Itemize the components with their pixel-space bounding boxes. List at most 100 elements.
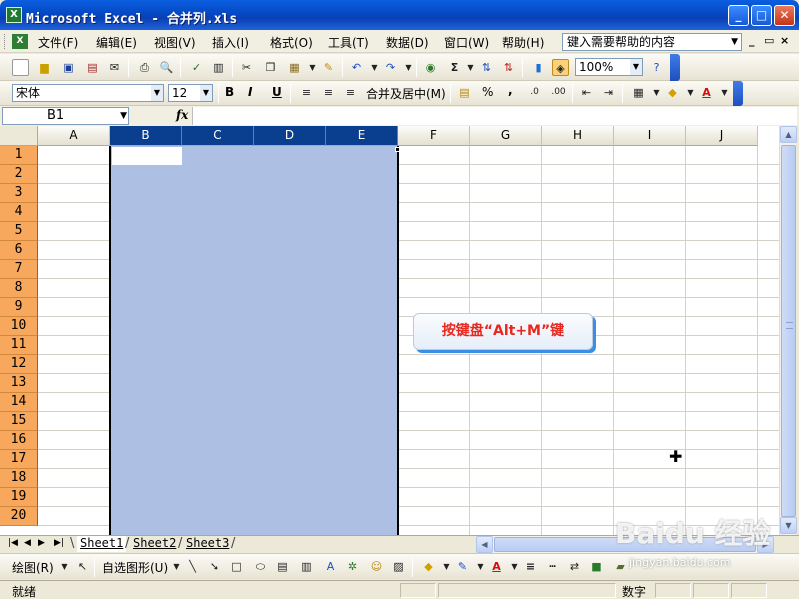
chevron-down-icon[interactable]: ▼ [716, 84, 733, 101]
wordart-icon[interactable]: A [322, 558, 339, 575]
increase-decimal-icon[interactable]: .0 [526, 84, 543, 101]
vertical-scrollbar[interactable]: ▲ ▼ [779, 126, 797, 535]
help-icon[interactable]: ? [648, 59, 665, 76]
line-icon[interactable]: ╲ [184, 558, 201, 575]
fill-color-icon[interactable]: ◆ [664, 84, 681, 101]
increase-indent-icon[interactable]: ⇥ [600, 84, 617, 101]
scroll-left-icon[interactable]: ◀ [476, 536, 493, 553]
prev-sheet-icon[interactable]: ◀ [24, 538, 31, 548]
borders-icon[interactable]: ▦ [630, 84, 647, 101]
doc-restore-button[interactable]: ▭ [764, 34, 774, 47]
paste-icon[interactable]: ▦ [286, 59, 303, 76]
comma-button[interactable]: , [508, 83, 513, 97]
first-sheet-icon[interactable]: |◀ [8, 538, 18, 548]
sort-descending-icon[interactable]: ⇅ [500, 59, 517, 76]
row-header-20[interactable]: 20 [0, 507, 38, 526]
align-left-icon[interactable]: ≡ [298, 84, 315, 101]
row-header-14[interactable]: 14 [0, 393, 38, 412]
chevron-down-icon[interactable]: ▼ [438, 558, 455, 575]
vertical-textbox-icon[interactable]: ▥ [298, 558, 315, 575]
align-right-icon[interactable]: ≡ [342, 84, 359, 101]
permission-icon[interactable]: ▤ [84, 59, 101, 76]
underline-button[interactable]: U [272, 85, 282, 99]
undo-icon[interactable]: ↶ [348, 59, 365, 76]
align-center-icon[interactable]: ≡ [320, 84, 337, 101]
insert-picture-icon[interactable]: ▨ [390, 558, 407, 575]
row-header-5[interactable]: 5 [0, 222, 38, 241]
cut-icon[interactable]: ✂ [238, 59, 255, 76]
column-header-b[interactable]: B [110, 126, 182, 146]
column-header-i[interactable]: I [614, 126, 686, 146]
menu-help[interactable]: 帮助(H) [502, 34, 544, 51]
new-file-icon[interactable] [12, 59, 29, 76]
maximize-button[interactable]: □ [751, 5, 772, 26]
chevron-down-icon[interactable]: ▼ [400, 59, 417, 76]
row-header-15[interactable]: 15 [0, 412, 38, 431]
diagram-icon[interactable]: ✲ [344, 558, 361, 575]
row-header-16[interactable]: 16 [0, 431, 38, 450]
column-header-c[interactable]: C [182, 126, 254, 146]
chevron-down-icon[interactable]: ▼ [366, 59, 383, 76]
menu-file[interactable]: 文件(F) [38, 34, 78, 51]
row-header-13[interactable]: 13 [0, 374, 38, 393]
save-icon[interactable]: ▣ [60, 59, 77, 76]
last-sheet-icon[interactable]: ▶| [54, 538, 64, 548]
textbox-icon[interactable]: ▤ [274, 558, 291, 575]
chevron-down-icon[interactable]: ▼ [56, 558, 73, 575]
arrow-style-icon[interactable]: ⇄ [566, 558, 583, 575]
chevron-down-icon[interactable]: ▼ [472, 558, 489, 575]
research-icon[interactable]: ▥ [210, 59, 227, 76]
sheet-tab-sheet2[interactable]: Sheet2 [130, 536, 179, 552]
row-header-19[interactable]: 19 [0, 488, 38, 507]
select-all-corner[interactable] [0, 126, 38, 146]
drawing-icon[interactable]: ◈ [552, 59, 569, 76]
row-header-7[interactable]: 7 [0, 260, 38, 279]
rectangle-icon[interactable]: □ [228, 558, 245, 575]
column-header-e[interactable]: E [326, 126, 398, 146]
redo-icon[interactable]: ↷ [382, 59, 399, 76]
doc-minimize-button[interactable]: _ [749, 34, 755, 47]
chevron-down-icon[interactable]: ▼ [151, 85, 163, 101]
print-preview-icon[interactable]: 🔍 [158, 59, 175, 76]
doc-close-button[interactable]: × [780, 34, 789, 47]
row-header-1[interactable]: 1 [0, 146, 38, 165]
sheet-tab-sheet1[interactable]: Sheet1 [77, 536, 127, 552]
font-color-icon[interactable]: A [698, 84, 715, 101]
toolbar-options-icon[interactable] [733, 81, 743, 106]
menu-tools[interactable]: 工具(T) [328, 34, 369, 51]
font-size-select[interactable]: 12 ▼ [168, 84, 213, 102]
clipart-icon[interactable]: ☺ [368, 558, 385, 575]
chevron-down-icon[interactable]: ▼ [168, 558, 185, 575]
row-header-9[interactable]: 9 [0, 298, 38, 317]
row-header-10[interactable]: 10 [0, 317, 38, 336]
minimize-button[interactable]: _ [728, 5, 749, 26]
formula-input[interactable] [192, 107, 797, 125]
row-header-4[interactable]: 4 [0, 203, 38, 222]
autoshapes-button[interactable]: 自选图形(U) [102, 559, 168, 576]
chevron-down-icon[interactable]: ▼ [731, 34, 738, 50]
fill-color-icon[interactable]: ◆ [420, 558, 437, 575]
bold-button[interactable]: B [225, 85, 234, 99]
copy-icon[interactable]: ❐ [262, 59, 279, 76]
row-header-2[interactable]: 2 [0, 165, 38, 184]
email-icon[interactable]: ✉ [106, 59, 123, 76]
next-sheet-icon[interactable]: ▶ [38, 538, 45, 548]
font-color-icon[interactable]: A [488, 558, 505, 575]
chevron-down-icon[interactable]: ▼ [200, 85, 212, 101]
zoom-select[interactable]: 100% ▼ [575, 58, 643, 76]
draw-menu-button[interactable]: 绘图(R) [12, 559, 54, 576]
column-header-h[interactable]: H [542, 126, 614, 146]
column-header-f[interactable]: F [398, 126, 470, 146]
sort-ascending-icon[interactable]: ⇅ [478, 59, 495, 76]
vertical-scroll-thumb[interactable] [781, 145, 796, 517]
row-header-11[interactable]: 11 [0, 336, 38, 355]
scroll-up-icon[interactable]: ▲ [780, 126, 797, 143]
row-header-3[interactable]: 3 [0, 184, 38, 203]
toolbar-options-icon[interactable] [670, 54, 680, 81]
chevron-down-icon[interactable]: ▼ [506, 558, 523, 575]
print-icon[interactable]: ⎙ [136, 59, 153, 76]
dash-style-icon[interactable]: ┅ [544, 558, 561, 575]
arrow-icon[interactable]: ➘ [206, 558, 223, 575]
chevron-down-icon[interactable]: ▼ [462, 59, 479, 76]
decrease-indent-icon[interactable]: ⇤ [578, 84, 595, 101]
